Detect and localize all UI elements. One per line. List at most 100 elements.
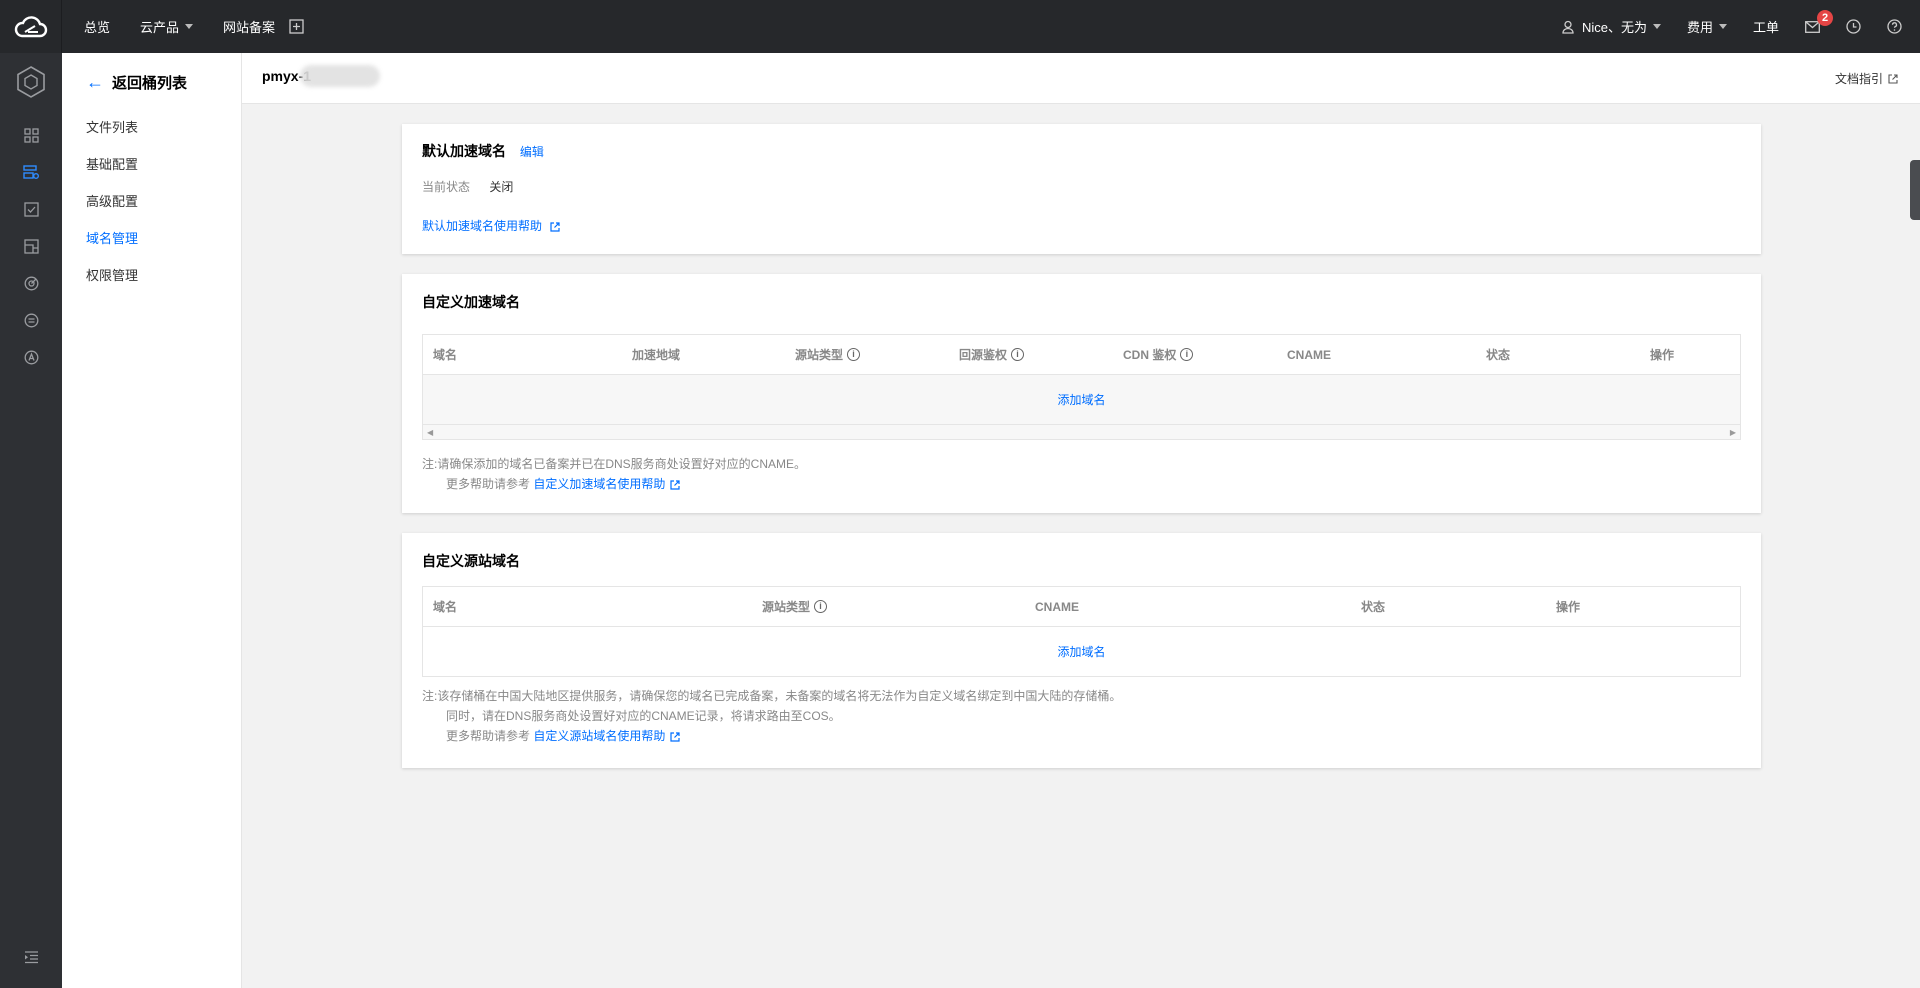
- ticket-label: 工单: [1752, 20, 1779, 35]
- column-header: CNAME: [1287, 347, 1331, 362]
- external-link-icon: [670, 480, 680, 490]
- default-domain-title: 默认加速域名: [422, 143, 506, 159]
- column-header: 状态: [1486, 348, 1511, 362]
- ticket-link[interactable]: 工单: [1753, 17, 1779, 36]
- content-header: pmyx-1 文档指引: [242, 53, 1920, 104]
- note-prefix: 注:: [422, 457, 438, 471]
- nav-products-label: 云产品: [140, 20, 180, 35]
- task-check-icon[interactable]: [0, 191, 62, 228]
- scroll-left-icon[interactable]: ◀: [427, 428, 433, 437]
- message-count-badge: 2: [1817, 9, 1833, 26]
- column-header: 域名: [433, 600, 458, 614]
- external-link-icon: [1888, 73, 1898, 84]
- nav-overview-label: 总览: [84, 20, 111, 35]
- overview-grid-icon[interactable]: [0, 117, 62, 154]
- help-button[interactable]: [1887, 19, 1902, 34]
- custom-cdn-help-label: 自定义加速域名使用帮助: [533, 477, 666, 491]
- custom-origin-domain-card: 自定义源站域名 域名 源站类型 i CNAME 状态 操作 添加域名 注:该存储桶…: [402, 533, 1761, 768]
- column-header: 源站类型 i: [785, 346, 949, 363]
- custom-origin-help-label: 自定义源站域名使用帮助: [533, 729, 666, 743]
- column-header: 操作: [1650, 348, 1675, 362]
- sidebar-item-domain-management[interactable]: 域名管理: [62, 220, 241, 257]
- custom-cdn-table: 域名 加速地域 源站类型 i 回源鉴权 i CDN 鉴权 i CNAME 状态 操作 …: [422, 334, 1741, 440]
- info-icon[interactable]: i: [847, 348, 861, 361]
- note-line: 该存储桶在中国大陆地区提供服务，请确保您的域名已完成备案，未备案的域名将无法作为…: [437, 689, 1122, 703]
- nav-overview[interactable]: 总览: [84, 17, 110, 36]
- column-header-label: CDN 鉴权: [1123, 348, 1177, 362]
- horizontal-scrollbar[interactable]: ◀ ▶: [423, 424, 1740, 439]
- chevron-down-icon: [1718, 24, 1727, 29]
- custom-cdn-note: 注:请确保添加的域名已备案并已在DNS服务商处设置好对应的CNAME。 更多帮助…: [422, 454, 806, 494]
- default-domain-help-label: 默认加速域名使用帮助: [422, 219, 543, 233]
- column-header-label: 源站类型: [762, 600, 811, 614]
- help-icon: [1887, 19, 1902, 34]
- column-header: 回源鉴权 i: [949, 346, 1113, 363]
- status-label: 当前状态: [422, 180, 471, 194]
- icon-sidebar: [0, 53, 62, 988]
- note-help-prefix: 更多帮助请参考: [446, 729, 531, 743]
- app-integration-icon[interactable]: [0, 339, 62, 376]
- chevron-down-icon: [185, 24, 194, 29]
- info-icon[interactable]: i: [1011, 348, 1025, 361]
- default-domain-help-link[interactable]: 默认加速域名使用帮助: [422, 217, 560, 234]
- note-help-prefix: 更多帮助请参考: [446, 477, 531, 491]
- column-header-label: 回源鉴权: [959, 348, 1008, 362]
- clock-icon: [1846, 19, 1861, 34]
- custom-cdn-help-link[interactable]: 自定义加速域名使用帮助: [533, 477, 680, 491]
- custom-cdn-domain-card: 自定义加速域名 域名 加速地域 源站类型 i 回源鉴权 i CDN 鉴权 i CNAM…: [402, 274, 1761, 513]
- message-button[interactable]: 2: [1805, 9, 1833, 33]
- sidebar-item-basic-config[interactable]: 基础配置: [62, 146, 241, 183]
- bucket-list-icon[interactable]: [0, 154, 62, 191]
- add-cdn-domain-button[interactable]: 添加域名: [1057, 391, 1105, 408]
- empty-row: 添加域名: [423, 375, 1740, 424]
- user-name: Nice、无为: [1581, 20, 1647, 35]
- monitor-chart-icon[interactable]: [0, 228, 62, 265]
- external-link-icon: [670, 732, 680, 742]
- scroll-right-icon[interactable]: ▶: [1730, 428, 1736, 437]
- collapse-menu-icon[interactable]: [0, 939, 62, 976]
- fee-label: 费用: [1686, 20, 1713, 35]
- back-label: 返回桶列表: [112, 74, 188, 92]
- sidebar-item-advanced-config[interactable]: 高级配置: [62, 183, 241, 220]
- note-line: 请确保添加的域名已备案并已在DNS服务商处设置好对应的CNAME。: [437, 457, 807, 471]
- cloud-logo-icon[interactable]: [0, 0, 62, 53]
- user-icon: [1562, 20, 1574, 34]
- note-prefix: 注:: [422, 689, 438, 703]
- edit-default-domain-button[interactable]: 编辑: [520, 145, 544, 159]
- floating-side-widget[interactable]: [1910, 160, 1920, 220]
- user-menu[interactable]: Nice、无为: [1562, 17, 1661, 36]
- column-header: CDN 鉴权 i: [1113, 346, 1277, 363]
- custom-origin-note: 注:该存储桶在中国大陆地区提供服务，请确保您的域名已完成备案，未备案的域名将无法…: [422, 686, 1121, 746]
- column-header: 操作: [1556, 600, 1581, 614]
- sidebar-item-file-list[interactable]: 文件列表: [62, 109, 241, 146]
- column-header: 域名: [433, 348, 458, 362]
- table-header: 域名 加速地域 源站类型 i 回源鉴权 i CDN 鉴权 i CNAME 状态 操作: [423, 335, 1740, 375]
- doc-guide-link[interactable]: 文档指引: [1835, 70, 1898, 87]
- nav-icp[interactable]: 网站备案: [223, 17, 304, 36]
- status-value: 关闭: [489, 180, 514, 194]
- security-radar-icon[interactable]: [0, 265, 62, 302]
- column-header-label: 源站类型: [795, 348, 844, 362]
- add-origin-domain-button[interactable]: 添加域名: [1057, 643, 1105, 660]
- info-icon[interactable]: i: [814, 600, 828, 613]
- nav-products[interactable]: 云产品: [140, 17, 194, 36]
- custom-origin-title: 自定义源站域名: [422, 553, 520, 569]
- custom-origin-help-link[interactable]: 自定义源站域名使用帮助: [533, 729, 680, 743]
- empty-row: 添加域名: [423, 627, 1740, 676]
- sidebar-item-permission-management[interactable]: 权限管理: [62, 257, 241, 294]
- custom-cdn-title: 自定义加速域名: [422, 294, 520, 310]
- history-button[interactable]: [1846, 19, 1861, 34]
- bucket-sidebar: ← 返回桶列表 文件列表 基础配置 高级配置 域名管理 权限管理: [62, 53, 242, 988]
- column-header: 加速地域: [632, 348, 681, 362]
- column-header: CNAME: [1035, 599, 1079, 614]
- product-cube-icon[interactable]: [0, 53, 62, 111]
- nav-icp-label: 网站备案: [223, 20, 276, 35]
- redacted-bucket-suffix: [300, 65, 380, 87]
- table-header: 域名 源站类型 i CNAME 状态 操作: [423, 587, 1740, 627]
- fee-menu[interactable]: 费用: [1687, 17, 1727, 36]
- info-icon[interactable]: i: [1180, 348, 1194, 361]
- back-to-bucket-list[interactable]: ← 返回桶列表: [62, 57, 241, 107]
- default-domain-card: 默认加速域名 编辑 当前状态 关闭 默认加速域名使用帮助: [402, 124, 1761, 254]
- tools-circle-icon[interactable]: [0, 302, 62, 339]
- add-shortcut-icon[interactable]: [289, 19, 304, 34]
